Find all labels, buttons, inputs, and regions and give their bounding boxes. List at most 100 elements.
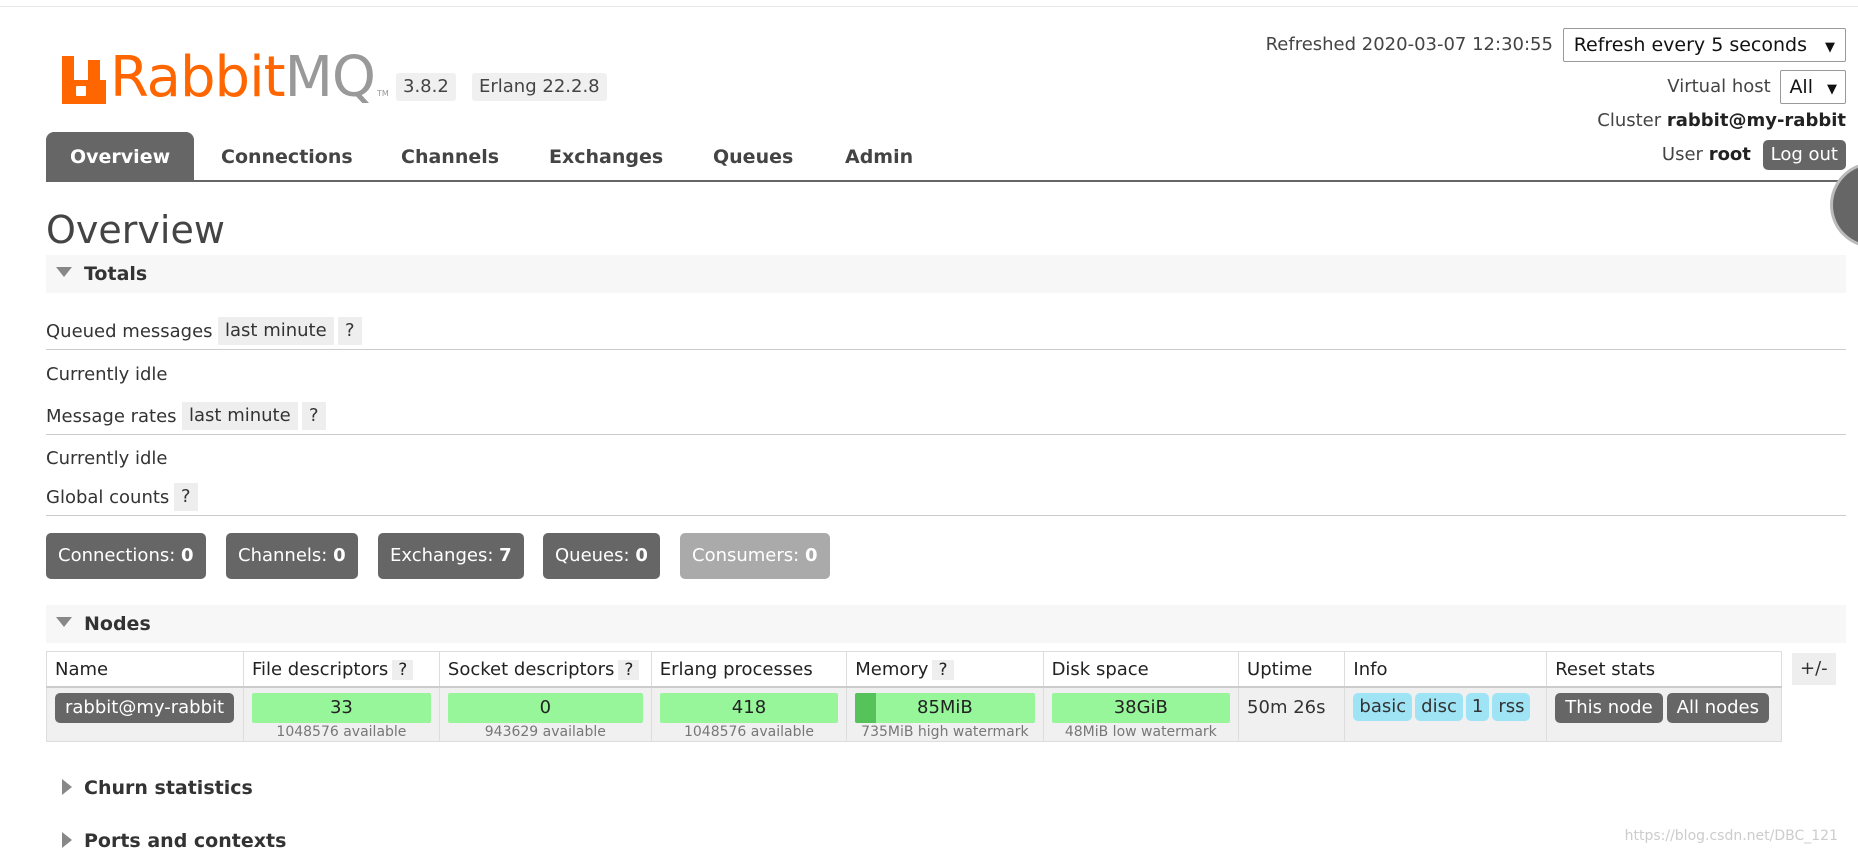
exchanges-count-button[interactable]: Exchanges: 7	[378, 533, 524, 579]
erlang-processes-cell: 418 1048576 available	[650, 686, 848, 742]
erlang-processes-bar: 418	[659, 693, 839, 723]
rabbitmq-version-badge: 3.8.2	[396, 73, 456, 101]
refresh-interval-select[interactable]: Refresh every 5 seconds ▼	[1562, 28, 1846, 62]
file-descriptors-bar: 33	[251, 693, 431, 723]
node-name-link[interactable]: rabbit@my-rabbit	[55, 693, 235, 723]
queued-messages-range-button[interactable]: last minute	[218, 317, 334, 345]
logo-trademark: TM	[377, 89, 389, 98]
cluster-name: rabbit@my-rabbit	[1666, 110, 1846, 131]
message-rates-help-button[interactable]: ?	[302, 402, 326, 430]
uptime-value: 50m 26s	[1247, 697, 1326, 718]
column-header-memory: Memory?	[846, 651, 1044, 688]
totals-heading: Totals	[84, 263, 148, 285]
main-nav-tabs: Overview Connections Channels Exchanges …	[46, 132, 1846, 182]
nodes-section-toggle[interactable]: Nodes	[46, 605, 1846, 643]
chevron-down-icon: ▼	[1825, 40, 1835, 55]
tab-channels[interactable]: Channels	[401, 132, 499, 180]
watermark: https://blog.csdn.net/DBC_121	[1624, 828, 1838, 844]
cluster-row: Cluster rabbit@my-rabbit	[1597, 110, 1846, 131]
tab-queues[interactable]: Queues	[713, 132, 793, 180]
memory-high-watermark: 735MiB high watermark	[861, 724, 1029, 740]
queues-count-button[interactable]: Queues: 0	[543, 533, 660, 579]
chevron-down-icon: ▼	[1827, 82, 1837, 97]
triangle-right-icon	[62, 779, 72, 795]
consumers-count-button[interactable]: Consumers: 0	[680, 533, 830, 579]
virtual-host-label: Virtual host	[1667, 76, 1771, 97]
socket-descriptors-help-button[interactable]: ?	[618, 659, 640, 680]
file-descriptors-help-button[interactable]: ?	[392, 659, 414, 680]
disk-space-bar: 38GiB	[1051, 693, 1231, 723]
reset-stats-cell: This node All nodes	[1546, 686, 1782, 742]
column-header-socket-descriptors: Socket descriptors?	[438, 651, 652, 688]
churn-heading: Churn statistics	[84, 777, 253, 799]
rabbitmq-logo[interactable]: RabbitMQ TM	[62, 44, 389, 110]
socket-descriptors-cell: 0 943629 available	[438, 686, 652, 742]
page-title: Overview	[46, 208, 225, 252]
erlang-version-badge: Erlang 22.2.8	[472, 73, 607, 101]
column-header-info: Info	[1344, 651, 1548, 688]
queued-messages-idle-text: Currently idle	[46, 364, 168, 385]
memory-help-button[interactable]: ?	[932, 659, 954, 680]
info-badge-count: 1	[1465, 693, 1490, 721]
column-header-erlang-processes: Erlang processes	[650, 651, 848, 688]
memory-bar: 85MiB	[855, 693, 1035, 723]
queued-messages-label: Queued messages	[46, 321, 213, 342]
queued-messages-row: Queued messages last minute ?	[46, 313, 1846, 350]
message-rates-row: Message rates last minute ?	[46, 398, 1846, 435]
global-counts-help-button[interactable]: ?	[174, 483, 198, 511]
refreshed-timestamp: Refreshed 2020-03-07 12:30:55	[1265, 34, 1553, 55]
column-header-name: Name	[46, 651, 244, 688]
file-descriptors-cell: 33 1048576 available	[242, 686, 440, 742]
channels-count-button[interactable]: Channels: 0	[226, 533, 358, 579]
column-toggle-button[interactable]: +/-	[1792, 653, 1836, 685]
column-header-disk-space: Disk space	[1042, 651, 1240, 688]
memory-bar-fill	[855, 693, 877, 723]
column-header-uptime: Uptime	[1238, 651, 1346, 688]
tab-admin[interactable]: Admin	[845, 132, 913, 180]
disk-space-cell: 38GiB 48MiB low watermark	[1042, 686, 1240, 742]
reset-all-nodes-button[interactable]: All nodes	[1666, 693, 1769, 723]
triangle-right-icon	[62, 832, 72, 848]
socket-descriptors-available: 943629 available	[484, 724, 606, 740]
column-header-reset-stats: Reset stats	[1546, 651, 1782, 688]
node-name-cell: rabbit@my-rabbit	[46, 686, 244, 742]
table-header-row: Name File descriptors? Socket descriptor…	[46, 651, 1782, 688]
global-counts-row: Global counts ?	[46, 479, 1846, 516]
info-badge-rss: rss	[1492, 693, 1531, 721]
nodes-table: Name File descriptors? Socket descriptor…	[46, 651, 1782, 742]
virtual-host-row: Virtual host All ▼	[1667, 70, 1846, 104]
tab-connections[interactable]: Connections	[221, 132, 353, 180]
message-rates-range-button[interactable]: last minute	[182, 402, 298, 430]
file-descriptors-available: 1048576 available	[276, 724, 407, 740]
virtual-host-select[interactable]: All ▼	[1780, 70, 1846, 104]
reset-this-node-button[interactable]: This node	[1555, 693, 1663, 723]
message-rates-label: Message rates	[46, 406, 177, 427]
memory-cell: 85MiB 735MiB high watermark	[846, 686, 1044, 742]
queued-messages-help-button[interactable]: ?	[338, 317, 362, 345]
top-divider	[0, 6, 1858, 7]
totals-section-toggle[interactable]: Totals	[46, 255, 1846, 293]
ports-section-toggle[interactable]: Ports and contexts	[46, 822, 1846, 860]
churn-section-toggle[interactable]: Churn statistics	[46, 769, 1846, 807]
tab-exchanges[interactable]: Exchanges	[549, 132, 663, 180]
column-header-file-descriptors: File descriptors?	[242, 651, 440, 688]
message-rates-idle-text: Currently idle	[46, 448, 168, 469]
refresh-row: Refreshed 2020-03-07 12:30:55 Refresh ev…	[1266, 28, 1846, 62]
triangle-down-icon	[56, 617, 72, 627]
info-badge-basic: basic	[1353, 693, 1413, 721]
info-cell: basic disc 1 rss	[1344, 686, 1548, 742]
table-row: rabbit@my-rabbit 33 1048576 available 0 …	[46, 686, 1782, 742]
socket-descriptors-bar: 0	[447, 693, 643, 723]
erlang-processes-available: 1048576 available	[683, 724, 814, 740]
nodes-heading: Nodes	[84, 613, 151, 635]
ports-heading: Ports and contexts	[84, 830, 287, 852]
triangle-down-icon	[56, 267, 72, 277]
rabbitmq-logo-icon	[62, 56, 106, 104]
cluster-label: Cluster	[1597, 110, 1662, 131]
tab-overview[interactable]: Overview	[46, 132, 195, 180]
logo-text: RabbitMQ	[110, 45, 376, 110]
global-counts-label: Global counts	[46, 487, 170, 508]
uptime-cell: 50m 26s	[1238, 686, 1346, 742]
connections-count-button[interactable]: Connections: 0	[46, 533, 206, 579]
info-badge-disc: disc	[1415, 693, 1463, 721]
